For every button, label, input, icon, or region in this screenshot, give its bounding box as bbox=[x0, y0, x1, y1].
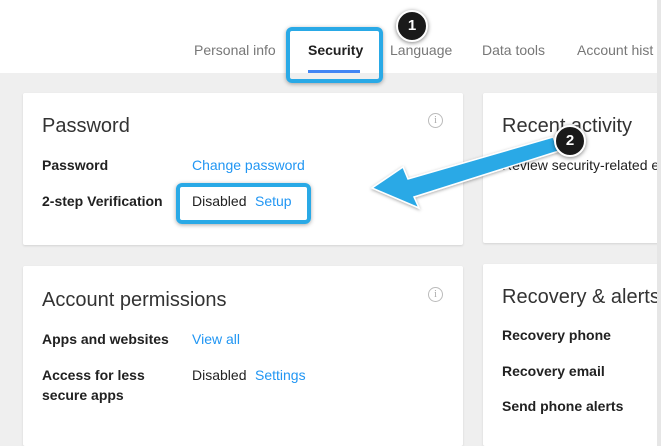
recovery-alerts-title: Recovery & alerts bbox=[502, 286, 660, 308]
view-all-link[interactable]: View all bbox=[192, 329, 240, 349]
tab-language[interactable]: Language bbox=[390, 42, 452, 58]
tab-data-tools[interactable]: Data tools bbox=[482, 42, 545, 58]
apps-and-websites-label: Apps and websites bbox=[42, 331, 169, 347]
recent-activity-description: Review security-related e bbox=[502, 157, 660, 173]
password-card-title: Password bbox=[42, 115, 130, 137]
active-tab-underline bbox=[308, 70, 360, 73]
tab-security[interactable]: Security bbox=[308, 42, 363, 58]
less-secure-apps-label-line2: secure apps bbox=[42, 387, 124, 403]
two-step-setup-link[interactable]: Setup bbox=[255, 191, 292, 211]
info-icon[interactable]: i bbox=[428, 113, 443, 128]
recovery-email-label: Recovery email bbox=[502, 363, 605, 379]
less-secure-apps-label-line1: Access for less bbox=[42, 367, 145, 383]
two-step-status: Disabled bbox=[192, 193, 247, 209]
right-edge-shadow bbox=[657, 0, 661, 446]
recovery-phone-label: Recovery phone bbox=[502, 327, 611, 343]
send-phone-alerts-label: Send phone alerts bbox=[502, 398, 624, 414]
recovery-alerts-card: Recovery & alerts Recovery phone Recover… bbox=[483, 264, 661, 446]
account-permissions-title: Account permissions bbox=[42, 289, 227, 311]
password-card: Password i Password Change password 2-st… bbox=[23, 93, 463, 245]
step-2-badge: 2 bbox=[554, 125, 586, 157]
less-secure-apps-status: Disabled bbox=[192, 367, 247, 383]
tab-account-history[interactable]: Account hist bbox=[577, 42, 653, 58]
two-step-verification-label: 2-step Verification bbox=[42, 193, 163, 209]
top-nav-bar: Personal info Security Language Data too… bbox=[0, 0, 661, 73]
less-secure-apps-settings-link[interactable]: Settings bbox=[255, 365, 306, 385]
step-1-badge: 1 bbox=[396, 10, 428, 42]
recent-activity-card: Recent activity Review security-related … bbox=[483, 93, 661, 243]
account-permissions-card: Account permissions i Apps and websites … bbox=[23, 266, 463, 446]
info-icon[interactable]: i bbox=[428, 287, 443, 302]
tab-personal-info[interactable]: Personal info bbox=[194, 42, 276, 58]
change-password-link[interactable]: Change password bbox=[192, 155, 305, 175]
password-label: Password bbox=[42, 157, 109, 173]
